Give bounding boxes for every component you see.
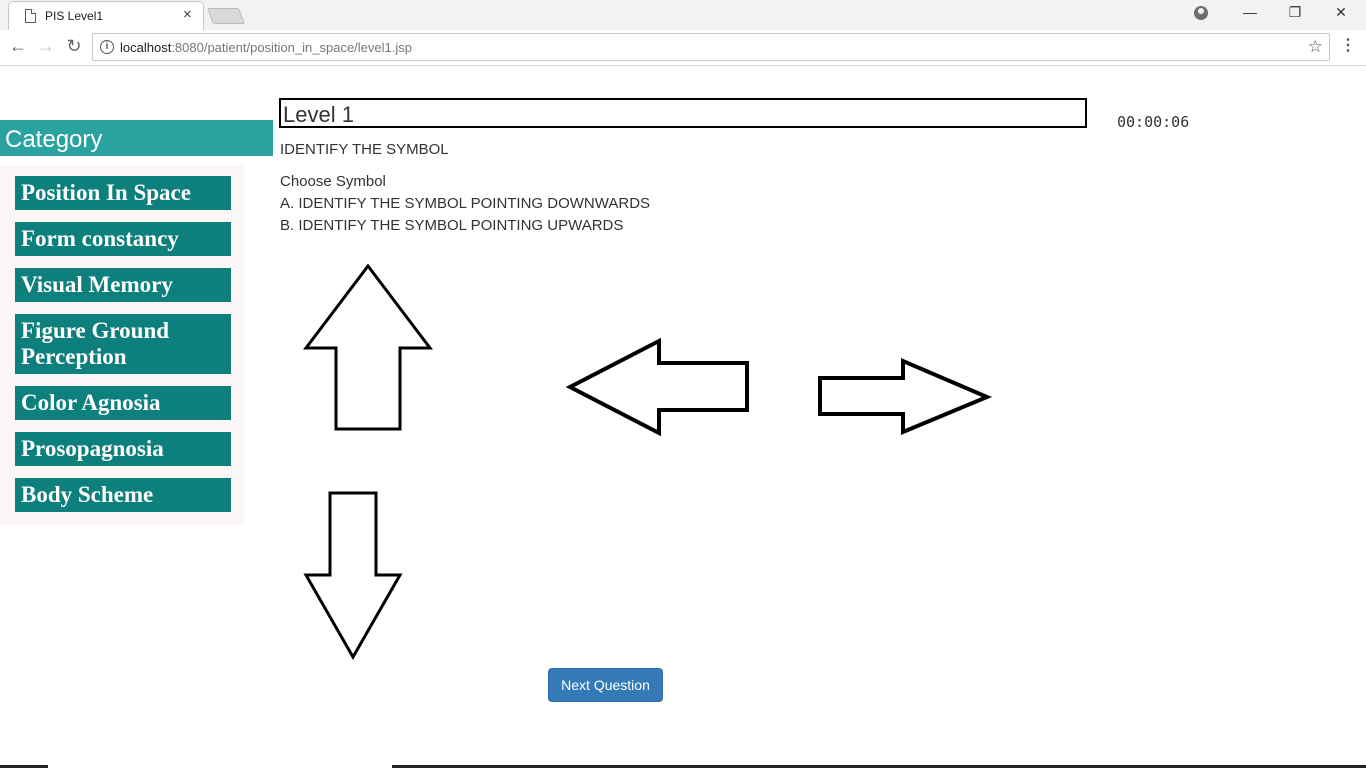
arrow-up-symbol[interactable]	[302, 263, 434, 431]
next-question-button[interactable]: Next Question	[548, 668, 663, 702]
symbol-area	[302, 263, 993, 661]
arrow-right-symbol[interactable]	[818, 357, 993, 435]
arrow-down-symbol[interactable]	[303, 491, 403, 661]
arrow-left-symbol[interactable]	[565, 337, 749, 437]
